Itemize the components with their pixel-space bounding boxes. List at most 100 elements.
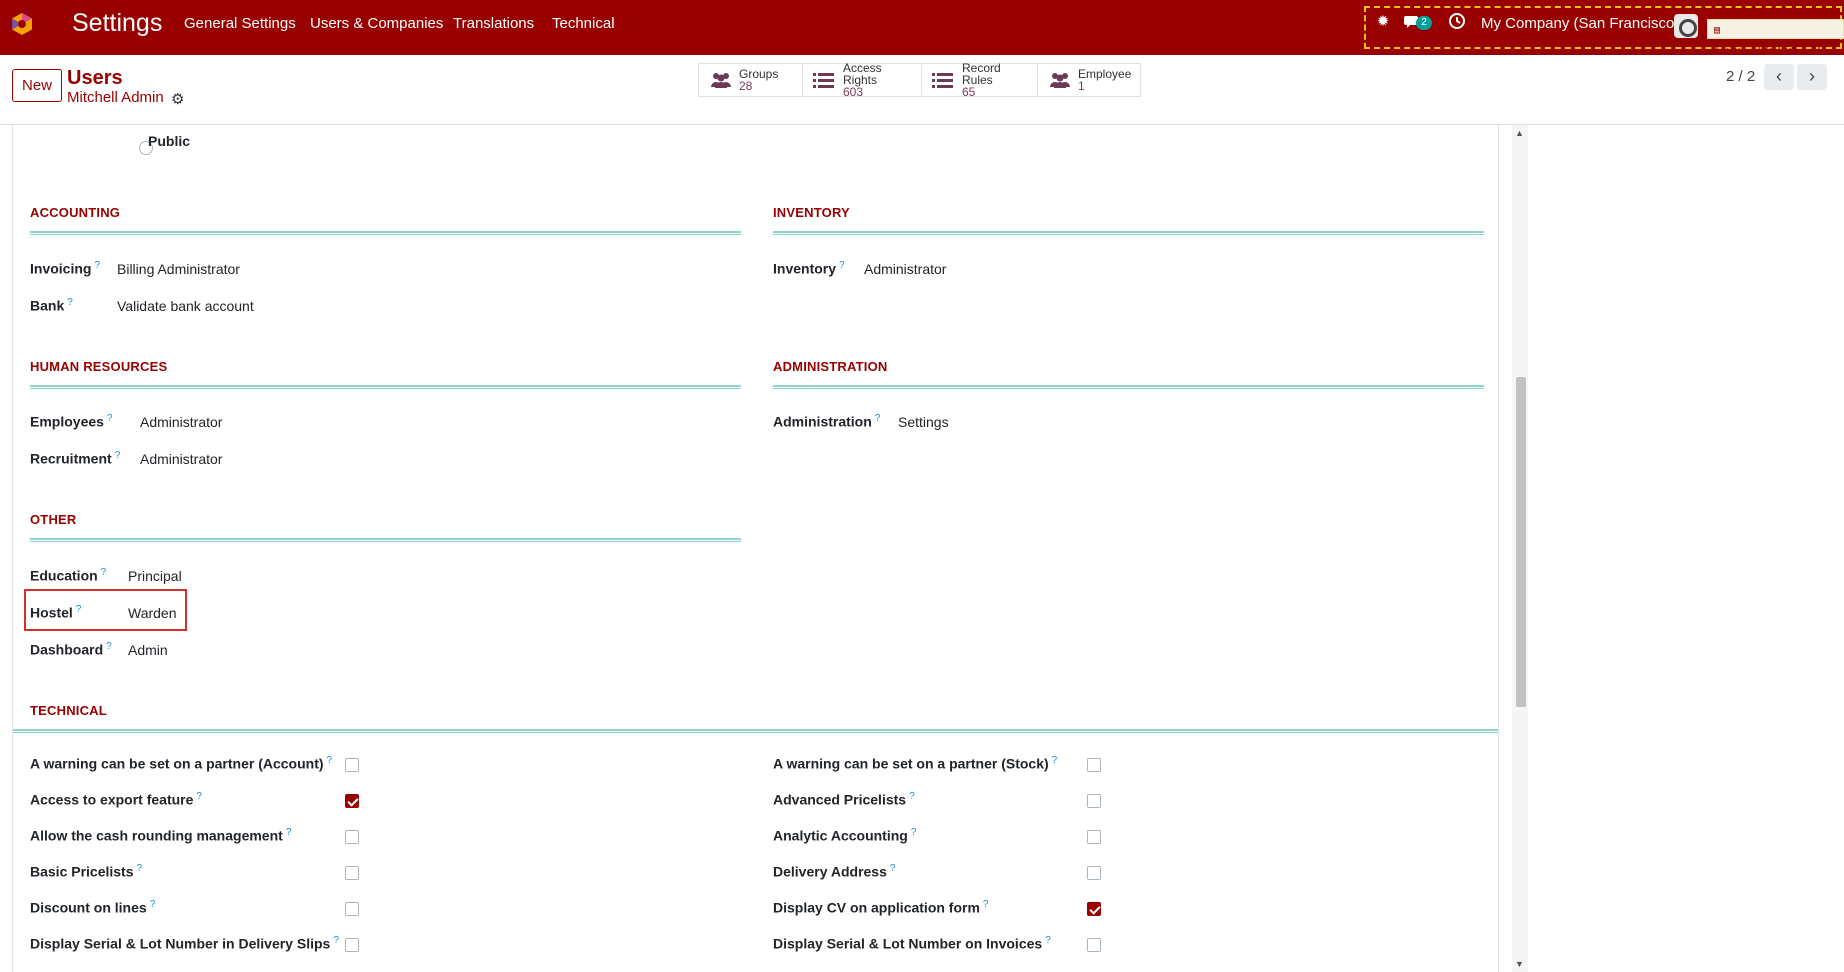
list-icon	[813, 71, 835, 89]
field-value-recruitment[interactable]: Administrator	[140, 451, 222, 467]
smart-buttons: Groups 28 Access Rights 603 Record Rules 65…	[698, 62, 1141, 98]
help-icon[interactable]: ?	[106, 641, 112, 652]
technical-option-label: Display CV on application form?	[773, 899, 988, 916]
groups-smart-button[interactable]: Groups 28	[699, 64, 803, 96]
help-icon[interactable]: ?	[1052, 755, 1058, 766]
help-icon[interactable]: ?	[911, 827, 917, 838]
app-name[interactable]: Settings	[72, 9, 162, 38]
help-icon[interactable]: ?	[196, 791, 202, 802]
menu-translations[interactable]: Translations	[453, 15, 534, 32]
field-value-inventory[interactable]: Administrator	[864, 261, 946, 277]
help-icon[interactable]: ?	[890, 863, 896, 874]
technical-option-checkbox[interactable]	[1087, 830, 1101, 844]
section-divider	[30, 538, 741, 542]
help-icon[interactable]: ?	[101, 567, 107, 578]
technical-option-checkbox[interactable]	[1087, 794, 1101, 808]
field-value-invoicing[interactable]: Billing Administrator	[117, 261, 240, 277]
label-text: Invoicing	[30, 260, 92, 277]
menu-users-companies[interactable]: Users & Companies	[310, 15, 443, 32]
field-value-employees[interactable]: Administrator	[140, 414, 222, 430]
help-icon[interactable]: ?	[286, 827, 292, 838]
technical-option-checkbox[interactable]	[345, 902, 359, 916]
help-icon[interactable]: ?	[107, 413, 113, 424]
control-panel: New Users Mitchell Admin ⚙ Groups 28 Acce…	[0, 55, 1844, 125]
gear-icon[interactable]: ⚙	[171, 90, 184, 108]
technical-option-checkbox[interactable]	[1087, 938, 1101, 952]
help-icon[interactable]: ?	[137, 863, 143, 874]
label-text: Display Serial & Lot Number in Delivery …	[30, 935, 331, 952]
help-icon[interactable]: ?	[76, 604, 82, 615]
field-label-inventory: Inventory?	[773, 260, 845, 277]
help-icon[interactable]: ?	[1045, 935, 1051, 946]
section-technical: TECHNICAL	[30, 703, 107, 718]
technical-option-checkbox[interactable]	[345, 938, 359, 952]
label-text: A warning can be set on a partner (Accou…	[30, 755, 324, 772]
label-text: Allow the cash rounding management	[30, 827, 283, 844]
user-avatar[interactable]	[1674, 14, 1698, 38]
scroll-down-icon[interactable]: ▼	[1515, 959, 1524, 969]
label-text: Advanced Pricelists	[773, 791, 907, 808]
section-divider	[30, 385, 741, 389]
help-icon[interactable]: ?	[327, 755, 333, 766]
help-icon[interactable]: ?	[115, 450, 121, 461]
pager-value[interactable]: 2 / 2	[1726, 68, 1755, 85]
technical-option-checkbox[interactable]	[1087, 866, 1101, 880]
help-icon[interactable]: ?	[983, 899, 989, 910]
label-text: Dashboard	[30, 641, 104, 658]
database-icon: ▤	[1714, 26, 1721, 37]
public-label: Public	[148, 133, 191, 149]
company-switcher[interactable]: My Company (San Francisco)	[1481, 15, 1679, 32]
menu-technical[interactable]: Technical	[552, 15, 615, 32]
clock-icon[interactable]	[1448, 12, 1466, 30]
form-scrollbar[interactable]: ▲ ▼	[1512, 125, 1528, 972]
chevron-left-icon[interactable]: ‹	[1764, 64, 1794, 90]
label-text: Education	[30, 567, 98, 584]
scroll-up-icon[interactable]: ▲	[1515, 128, 1524, 138]
chevron-right-icon[interactable]: ›	[1797, 64, 1827, 90]
list-icon	[932, 71, 954, 89]
help-icon[interactable]: ?	[94, 260, 100, 271]
field-value-administration[interactable]: Settings	[898, 414, 949, 430]
technical-option-checkbox[interactable]	[345, 866, 359, 880]
field-value-dashboard[interactable]: Admin	[128, 642, 168, 658]
section-accounting: ACCOUNTING	[30, 205, 121, 220]
technical-option-checkbox[interactable]	[345, 830, 359, 844]
technical-option-checkbox[interactable]	[345, 758, 359, 772]
record-rules-smart-button[interactable]: Record Rules 65	[922, 62, 1038, 98]
help-icon[interactable]: ?	[67, 297, 73, 308]
help-icon[interactable]: ?	[875, 413, 881, 424]
field-value-hostel[interactable]: Warden	[128, 605, 177, 621]
section-divider	[773, 385, 1484, 389]
smart-count: 1	[1078, 79, 1085, 93]
technical-option-checkbox[interactable]	[1087, 902, 1101, 916]
employee-smart-button[interactable]: Employee 1	[1038, 64, 1140, 96]
label-text: A warning can be set on a partner (Stock…	[773, 755, 1049, 772]
help-icon[interactable]: ?	[839, 260, 845, 271]
field-label-invoicing: Invoicing?	[30, 260, 100, 277]
label-text: Hostel	[30, 604, 73, 621]
section-divider	[13, 729, 1498, 733]
technical-option-label: Advanced Pricelists?	[773, 791, 915, 808]
new-button[interactable]: New	[12, 69, 62, 102]
help-icon[interactable]: ?	[150, 899, 156, 910]
menu-general-settings[interactable]: General Settings	[184, 15, 296, 32]
breadcrumb-users[interactable]: Users	[67, 67, 123, 90]
field-value-education[interactable]: Principal	[128, 568, 182, 584]
help-icon[interactable]: ?	[333, 935, 339, 946]
app-logo-icon[interactable]	[10, 12, 34, 36]
database-tag: ▤ fees_hostel_17	[1707, 19, 1844, 54]
field-value-bank[interactable]: Validate bank account	[117, 298, 254, 314]
field-label-administration: Administration?	[773, 413, 880, 430]
scroll-thumb[interactable]	[1516, 377, 1526, 707]
technical-option-label: A warning can be set on a partner (Stock…	[773, 755, 1057, 772]
access-rights-smart-button[interactable]: Access Rights 603	[803, 62, 922, 98]
smart-label: Employee	[1078, 67, 1132, 81]
field-label-hostel: Hostel?	[30, 604, 81, 621]
technical-option-label: Allow the cash rounding management?	[30, 827, 291, 844]
technical-option-checkbox[interactable]	[1087, 758, 1101, 772]
technical-option-checkbox[interactable]	[345, 794, 359, 808]
bug-icon[interactable]: ✹	[1374, 12, 1392, 30]
technical-option-label: Display Serial & Lot Number on Invoices?	[773, 935, 1051, 952]
label-text: Administration	[773, 413, 872, 430]
help-icon[interactable]: ?	[909, 791, 915, 802]
